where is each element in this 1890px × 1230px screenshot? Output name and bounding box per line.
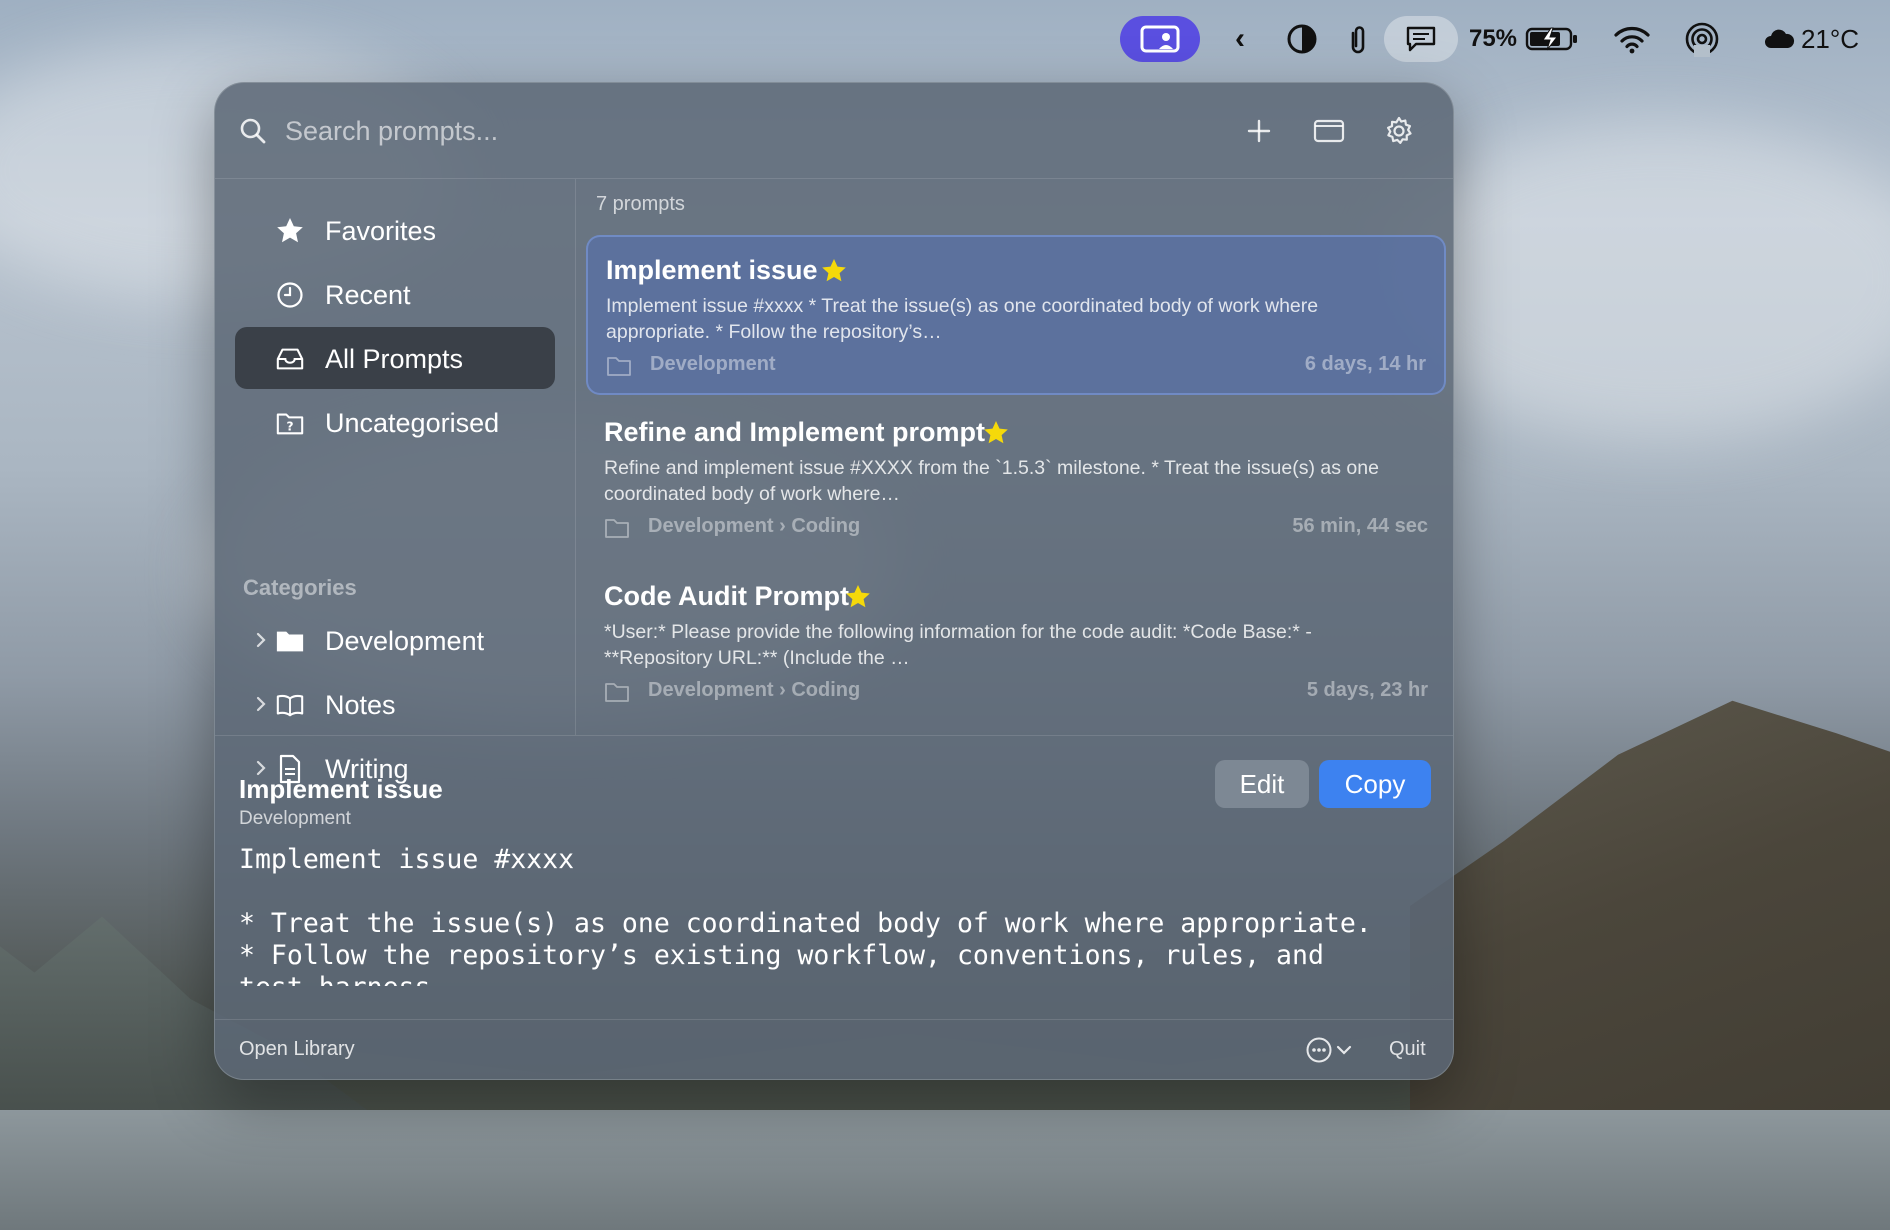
category-notes[interactable]: Notes xyxy=(235,673,555,735)
book-icon xyxy=(275,690,305,720)
cloud-icon xyxy=(1764,29,1795,48)
clock-icon xyxy=(275,280,305,310)
battery-charging-icon xyxy=(1525,27,1578,51)
prompt-time: 5 days, 23 hr xyxy=(1306,679,1428,701)
prompt-panel: Favorites Recent All Prompts ? Uncategor… xyxy=(214,82,1454,1080)
plus-icon xyxy=(1247,119,1271,143)
sidebar-item-recent[interactable]: Recent xyxy=(235,263,555,325)
airdrop-icon[interactable] xyxy=(1680,16,1724,62)
category-label: Development xyxy=(325,626,485,656)
favorite-star-icon[interactable] xyxy=(844,583,872,611)
prompt-snippet: Refine and implement issue #XXXX from th… xyxy=(604,457,1379,505)
prompt-card-refine-and-implement[interactable]: Refine and Implement prompt Refine and i… xyxy=(586,399,1446,559)
search-bar xyxy=(215,83,1453,179)
favorite-star-icon[interactable] xyxy=(820,257,848,285)
favorite-star-icon[interactable] xyxy=(982,419,1010,447)
sidebar-item-label: Favorites xyxy=(325,216,437,246)
search-icon xyxy=(240,118,266,144)
weather-status[interactable]: 21°C xyxy=(1756,16,1866,62)
message-icon[interactable] xyxy=(1384,16,1458,62)
more-options-button[interactable] xyxy=(1305,1036,1359,1064)
chevron-right-icon[interactable] xyxy=(253,693,269,715)
svg-text:?: ? xyxy=(286,420,293,434)
detail-category: Development xyxy=(239,808,351,829)
chevron-right-icon[interactable] xyxy=(253,629,269,651)
folder-icon xyxy=(605,519,629,538)
wifi-icon[interactable] xyxy=(1610,16,1654,62)
sidebar-item-label: All Prompts xyxy=(325,344,464,374)
sidebar-item-uncategorised[interactable]: ? Uncategorised xyxy=(235,391,555,453)
folder-question-icon: ? xyxy=(275,408,305,438)
prompt-snippet: Implement issue #xxxx * Treat the issue(… xyxy=(606,295,1319,343)
paperclip-icon[interactable] xyxy=(1342,16,1374,62)
gear-icon xyxy=(1387,116,1412,144)
folder-icon xyxy=(275,626,305,656)
sidebar: Favorites Recent All Prompts ? Uncategor… xyxy=(215,179,576,784)
prompt-time: 56 min, 44 sec xyxy=(1292,515,1428,537)
chevron-left-icon[interactable]: ‹ xyxy=(1226,16,1254,62)
prompt-snippet: *User:* Please provide the following inf… xyxy=(604,621,1312,669)
folder-icon xyxy=(607,357,631,376)
prompt-app-menubar-icon[interactable] xyxy=(1120,16,1200,62)
prompt-category: Development › Coding xyxy=(648,679,861,701)
sidebar-item-label: Uncategorised xyxy=(325,408,500,438)
tray-icon xyxy=(275,344,305,374)
toggle-window-button[interactable] xyxy=(1309,111,1349,151)
prompt-card-code-audit[interactable]: Code Audit Prompt *User:* Please provide… xyxy=(586,563,1446,723)
menu-bar: ‹ 75% 21°C xyxy=(0,0,1890,76)
prompt-title: Code Audit Prompt xyxy=(604,581,849,611)
window-icon xyxy=(1313,119,1345,143)
prompt-title: Implement issue xyxy=(606,255,818,285)
battery-status[interactable]: 75% xyxy=(1468,16,1580,62)
battery-percent: 75% xyxy=(1468,25,1518,52)
settings-button[interactable] xyxy=(1379,111,1419,151)
quit-button[interactable]: Quit xyxy=(1389,1038,1426,1061)
star-icon xyxy=(275,216,305,246)
prompt-title: Refine and Implement prompt xyxy=(604,417,986,447)
category-label: Notes xyxy=(325,690,396,720)
folder-icon xyxy=(605,683,629,702)
prompt-time: 6 days, 14 hr xyxy=(1304,353,1426,375)
copy-button[interactable]: Copy xyxy=(1319,760,1431,808)
prompt-list: 7 prompts Implement issue Implement issu… xyxy=(576,179,1453,735)
sidebar-item-label: Recent xyxy=(325,280,411,310)
ellipsis-circle-icon xyxy=(1306,1037,1332,1063)
prompt-category: Development › Coding xyxy=(648,515,861,537)
prompt-count: 7 prompts xyxy=(596,193,685,215)
detail-body[interactable]: Implement issue #xxxx * Treat the issue(… xyxy=(239,844,1429,986)
categories-header: Categories xyxy=(243,575,357,600)
sidebar-item-favorites[interactable]: Favorites xyxy=(235,199,555,261)
open-library-button[interactable]: Open Library xyxy=(239,1038,355,1061)
category-development[interactable]: Development xyxy=(235,609,555,671)
footer: Open Library Quit xyxy=(215,1019,1453,1079)
prompt-detail: Implement issue Development Edit Copy Im… xyxy=(215,735,1453,1021)
sidebar-item-all-prompts[interactable]: All Prompts xyxy=(235,327,555,389)
edit-button[interactable]: Edit xyxy=(1215,760,1309,808)
weather-temperature: 21°C xyxy=(1800,23,1860,54)
prompt-card-implement-issue[interactable]: Implement issue Implement issue #xxxx * … xyxy=(586,235,1446,395)
add-prompt-button[interactable] xyxy=(1239,111,1279,151)
chevron-down-icon xyxy=(1336,1045,1352,1055)
contrast-icon[interactable] xyxy=(1282,16,1322,62)
prompt-category: Development xyxy=(650,353,776,375)
search-input[interactable] xyxy=(285,109,985,153)
detail-title: Implement issue xyxy=(239,774,443,804)
